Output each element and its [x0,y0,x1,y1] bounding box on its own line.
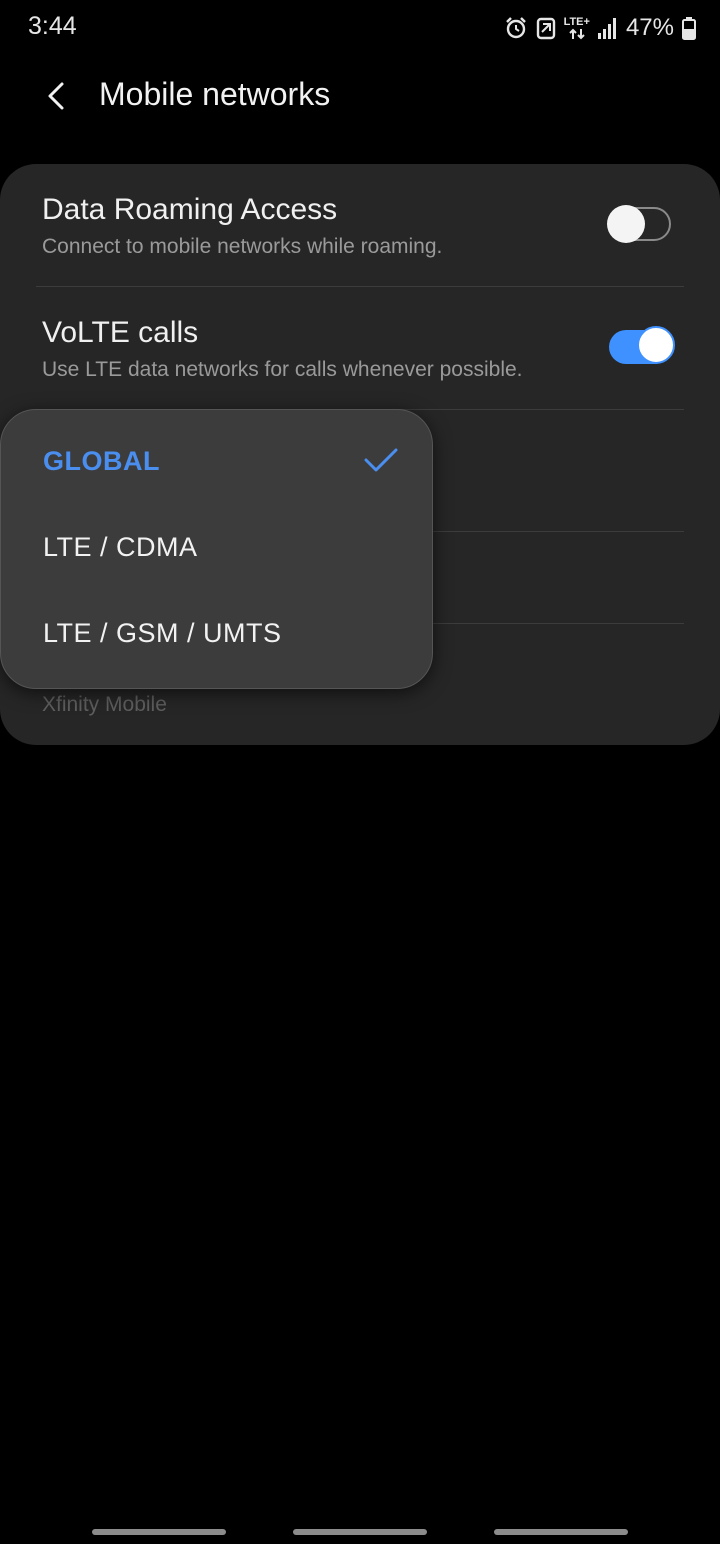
home-button[interactable] [293,1529,427,1535]
back-nav-button[interactable] [494,1529,628,1535]
dropdown-option-label: LTE / GSM / UMTS [43,618,282,648]
data-roaming-row[interactable]: Data Roaming Access Connect to mobile ne… [0,164,720,287]
back-button[interactable] [36,74,76,118]
app-header: Mobile networks [0,60,720,132]
status-time: 3:44 [28,12,77,40]
signal-icon [597,17,618,39]
battery-percentage: 47% [625,14,674,41]
toggle-knob [637,326,675,364]
page-title: Mobile networks [99,76,331,112]
data-roaming-subtitle: Connect to mobile networks while roaming… [42,235,443,258]
network-mode-dropdown: GLOBAL LTE / CDMA LTE / GSM / UMTS [0,409,433,689]
battery-icon [682,16,696,40]
status-bar: 3:44 LTE+ 47% [0,0,720,56]
check-icon [364,448,398,472]
network-type-label: LTE+ [563,15,590,28]
volte-subtitle: Use LTE data networks for calls whenever… [42,358,523,381]
back-arrow-icon [48,82,64,110]
status-icons: LTE+ 47% [504,12,696,44]
dropdown-option-label: LTE / CDMA [43,532,198,562]
data-roaming-toggle[interactable] [607,205,671,243]
network-operator-value: Xfinity Mobile [42,693,167,716]
nfc-icon [536,16,556,40]
dropdown-option-lte-gsm-umts[interactable]: LTE / GSM / UMTS [1,594,432,680]
volte-title: VoLTE calls [42,316,199,349]
volte-row[interactable]: VoLTE calls Use LTE data networks for ca… [0,287,720,409]
dropdown-option-lte-cdma[interactable]: LTE / CDMA [1,508,432,594]
navigation-bar [0,1510,720,1544]
data-roaming-title: Data Roaming Access [42,193,338,226]
volte-toggle[interactable] [609,326,675,364]
dropdown-option-label: GLOBAL [43,446,160,476]
recent-apps-button[interactable] [92,1529,226,1535]
alarm-icon [504,16,528,40]
lte-icon: LTE+ [563,15,590,40]
dropdown-option-global[interactable]: GLOBAL [1,422,432,508]
toggle-knob [607,205,645,243]
